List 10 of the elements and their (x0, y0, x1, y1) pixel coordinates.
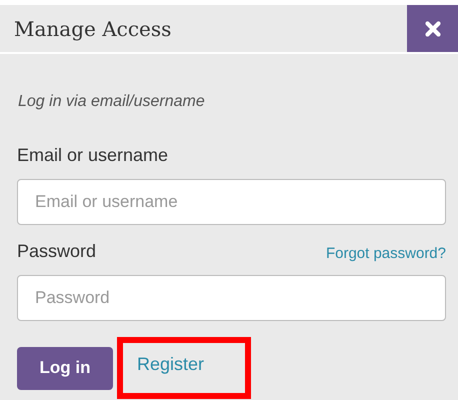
subtitle: Log in via email/username (17, 92, 206, 112)
register-link[interactable]: Register (117, 337, 251, 399)
forgot-password-link[interactable]: Forgot password? (326, 242, 446, 265)
field-label: Password (17, 240, 96, 263)
dialog-title: Manage Access (14, 16, 172, 42)
input-field[interactable]: Email or username (17, 179, 446, 225)
field-label: Email or username (17, 144, 168, 167)
input-field[interactable]: Password (17, 275, 446, 321)
login-button[interactable]: Log in (17, 346, 113, 390)
close-button[interactable] (407, 5, 458, 52)
